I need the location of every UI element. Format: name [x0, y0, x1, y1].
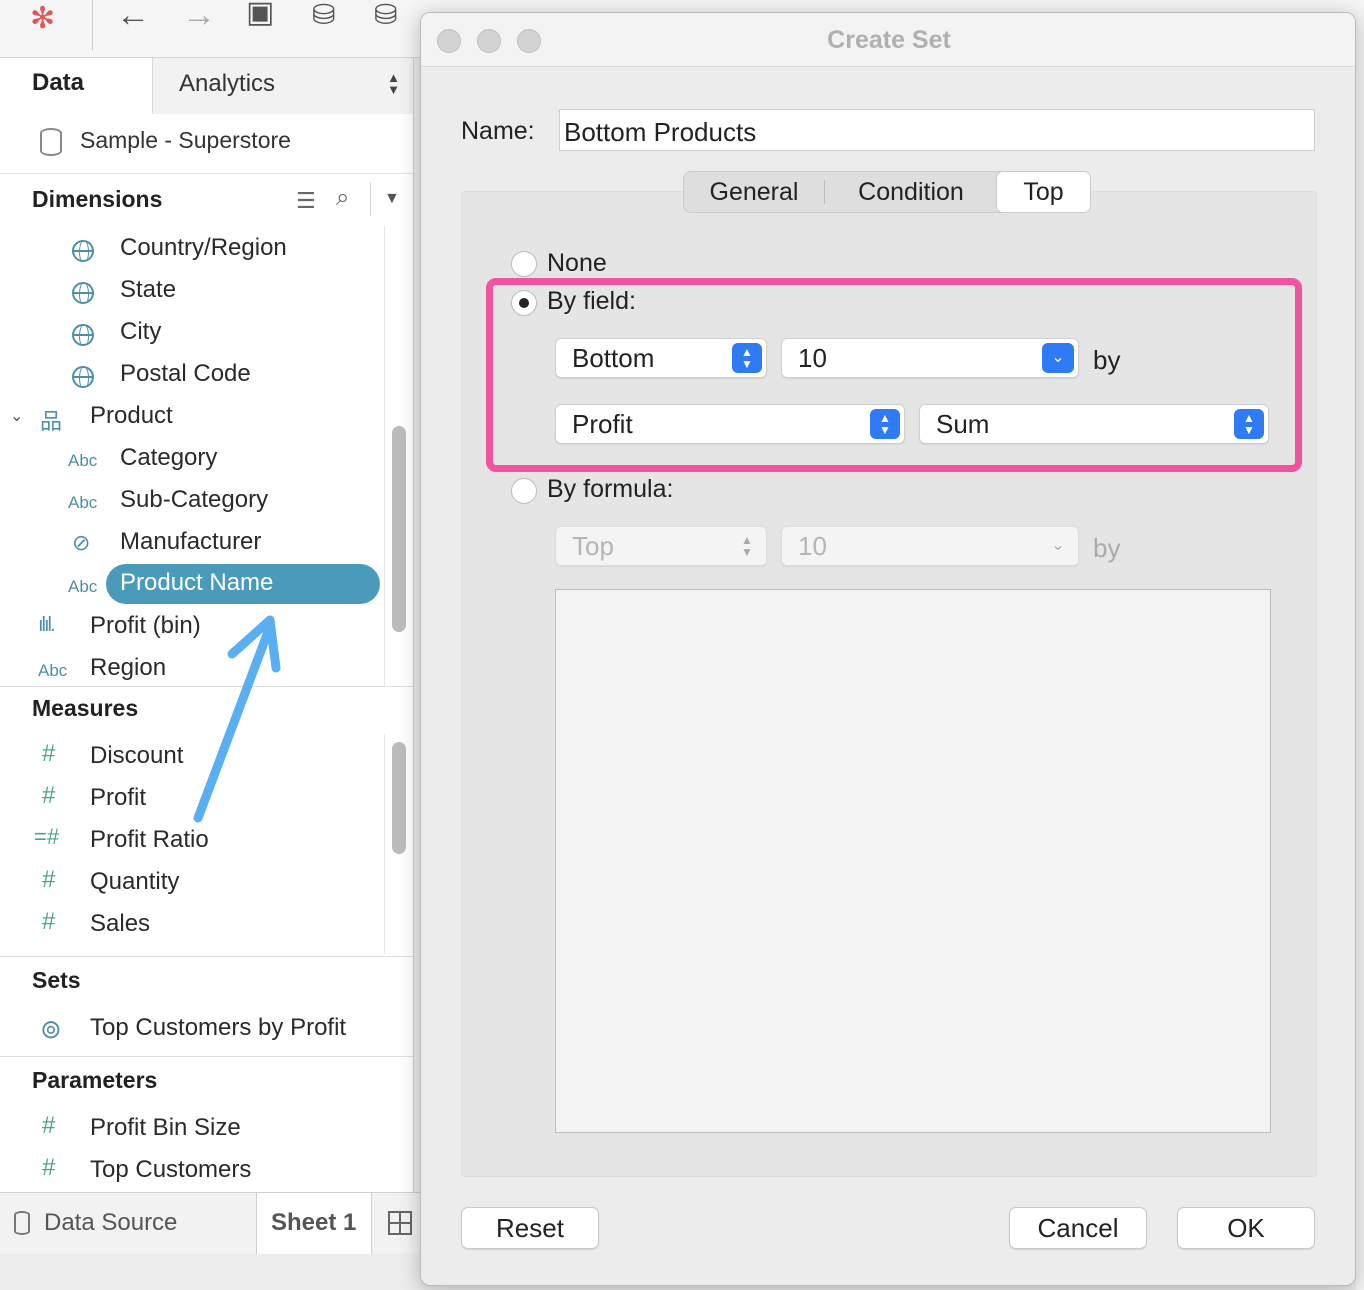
annotation-arrow: [193, 615, 281, 823]
arrow-shaft: [193, 627, 273, 823]
